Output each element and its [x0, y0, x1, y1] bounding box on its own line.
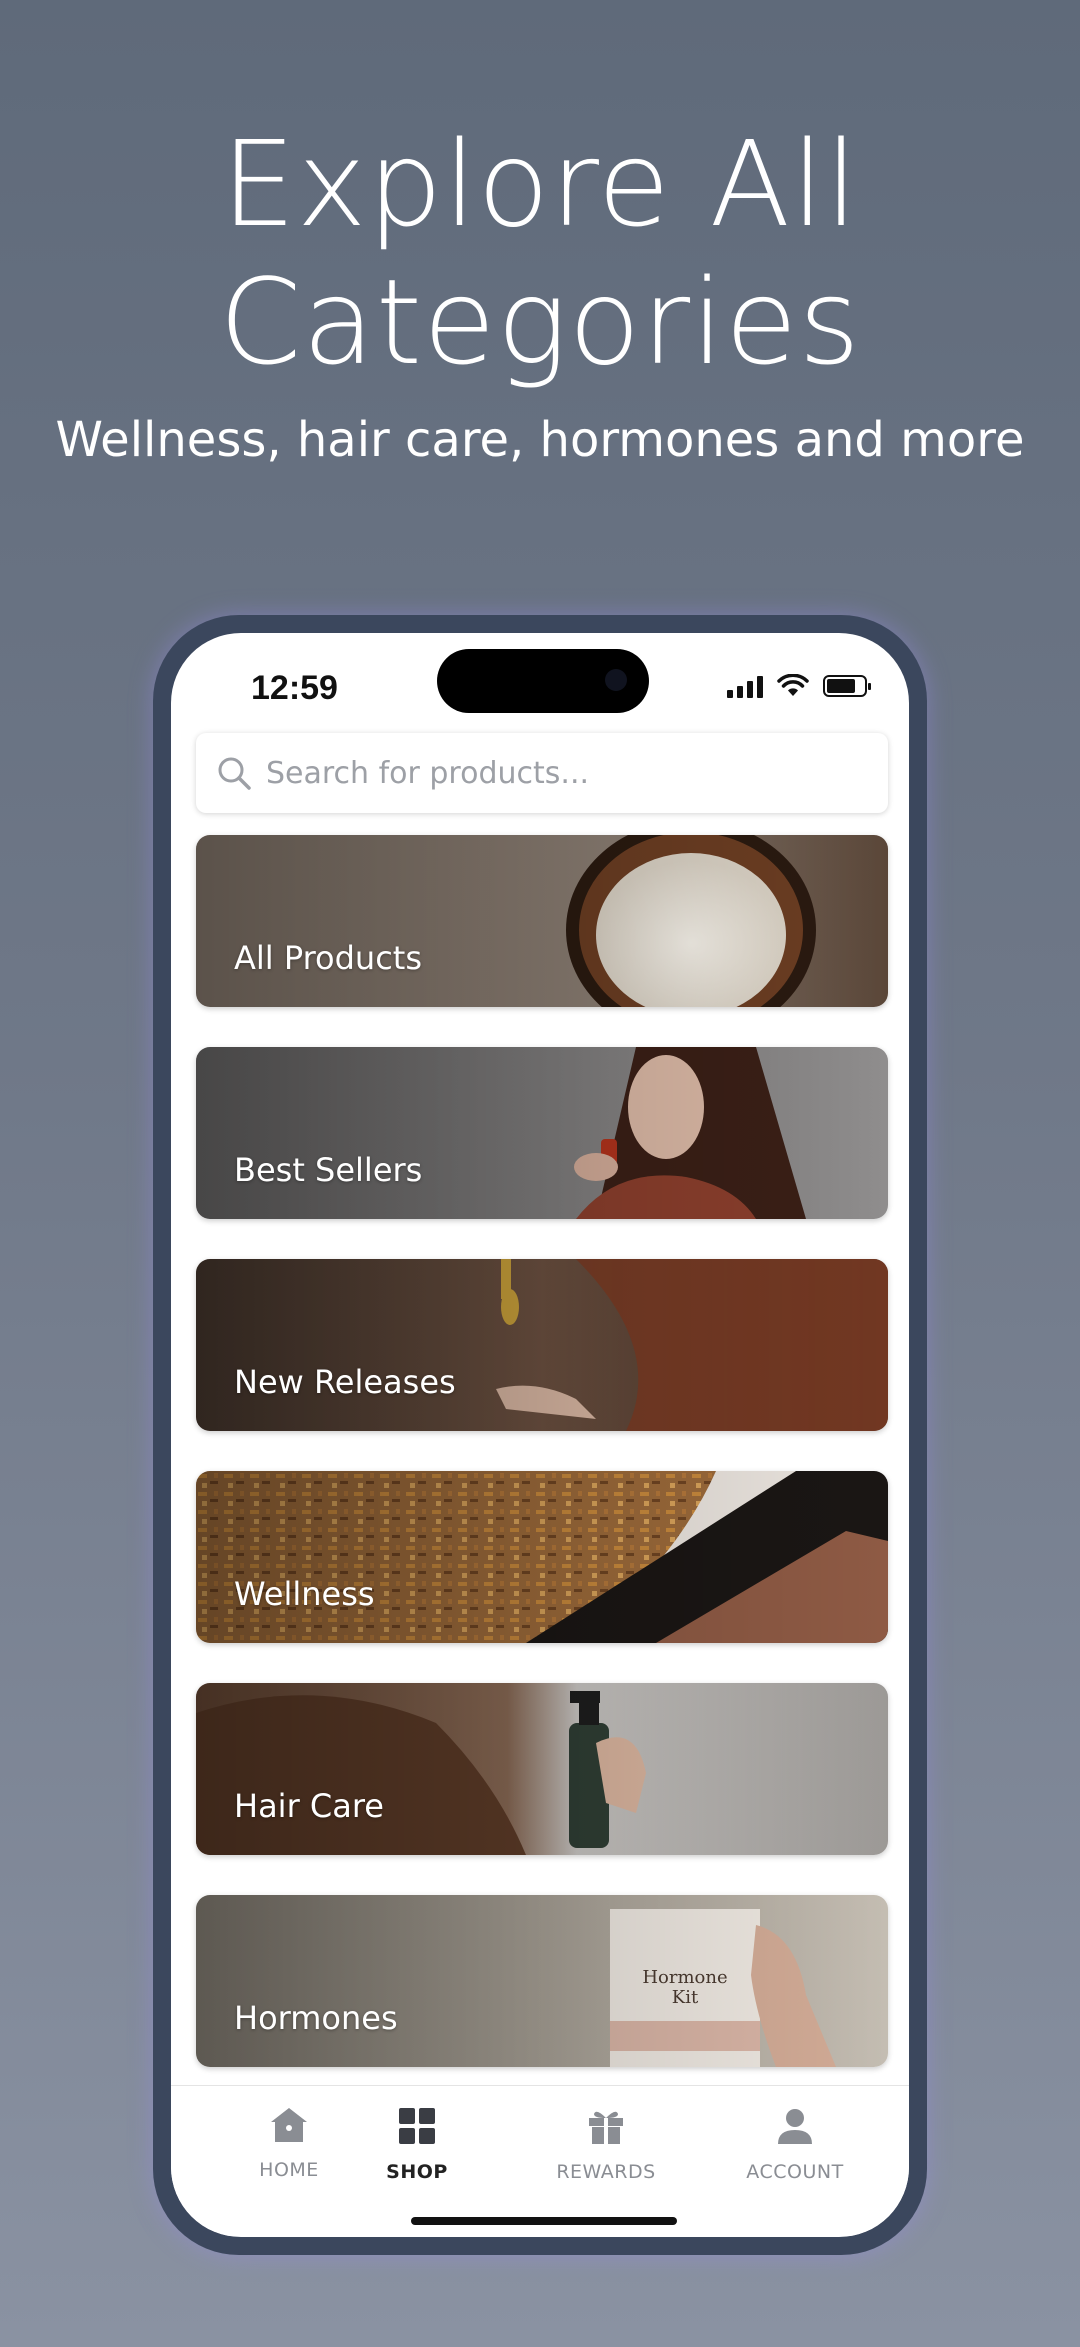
phone-frame: 12:59 Search for products... All Product… — [153, 615, 927, 2255]
tab-label: ACCOUNT — [746, 2161, 844, 2183]
tab-label: HOME — [259, 2159, 319, 2181]
category-all-products[interactable]: All Products — [196, 835, 888, 1007]
category-new-releases[interactable]: New Releases — [196, 1259, 888, 1431]
category-label: Best Sellers — [234, 1151, 423, 1189]
status-icons — [727, 669, 871, 703]
category-hormones[interactable]: Hormone Kit Hormones — [196, 1895, 888, 2067]
home-indicator[interactable] — [411, 2217, 677, 2225]
battery-icon — [823, 675, 871, 697]
search-input[interactable] — [264, 754, 888, 792]
tab-label: SHOP — [386, 2161, 448, 2183]
category-label: Wellness — [234, 1575, 375, 1613]
person-icon — [778, 2109, 812, 2144]
promo-subheadline: Wellness, hair care, hormones and more — [55, 412, 1025, 468]
category-best-sellers[interactable]: Best Sellers — [196, 1047, 888, 1219]
category-label: Hair Care — [234, 1787, 384, 1825]
category-label: Hormones — [234, 1999, 398, 2037]
tab-home[interactable]: HOME — [229, 2106, 349, 2181]
signal-icon — [727, 674, 763, 698]
promo-headline-line2: Categories — [219, 253, 861, 391]
wifi-icon — [777, 674, 809, 696]
tab-label: REWARDS — [556, 2161, 656, 2183]
bottom-tab-bar: HOME SHOP REWARDS ACCOUNT — [171, 2085, 909, 2236]
dynamic-island — [437, 649, 649, 713]
promo-headline-line1: Explore All — [221, 115, 859, 253]
search-bar[interactable] — [196, 733, 888, 813]
status-time: 12:59 — [251, 669, 338, 707]
tab-rewards[interactable]: REWARDS — [546, 2106, 666, 2183]
phone-screen: 12:59 Search for products... All Product… — [171, 633, 909, 2237]
category-wellness[interactable]: Wellness — [196, 1471, 888, 1643]
promo-headline: Explore All Categories — [0, 115, 1080, 391]
search-icon — [218, 757, 251, 790]
tab-account[interactable]: ACCOUNT — [735, 2106, 855, 2183]
category-hair-care[interactable]: Hair Care — [196, 1683, 888, 1855]
category-label: All Products — [234, 939, 423, 977]
tab-shop[interactable]: SHOP — [357, 2106, 477, 2183]
shop-grid-icon — [399, 2108, 435, 2144]
home-icon — [271, 2108, 307, 2142]
camera-icon — [605, 669, 627, 691]
category-label: New Releases — [234, 1363, 456, 1401]
gift-icon — [589, 2111, 623, 2144]
